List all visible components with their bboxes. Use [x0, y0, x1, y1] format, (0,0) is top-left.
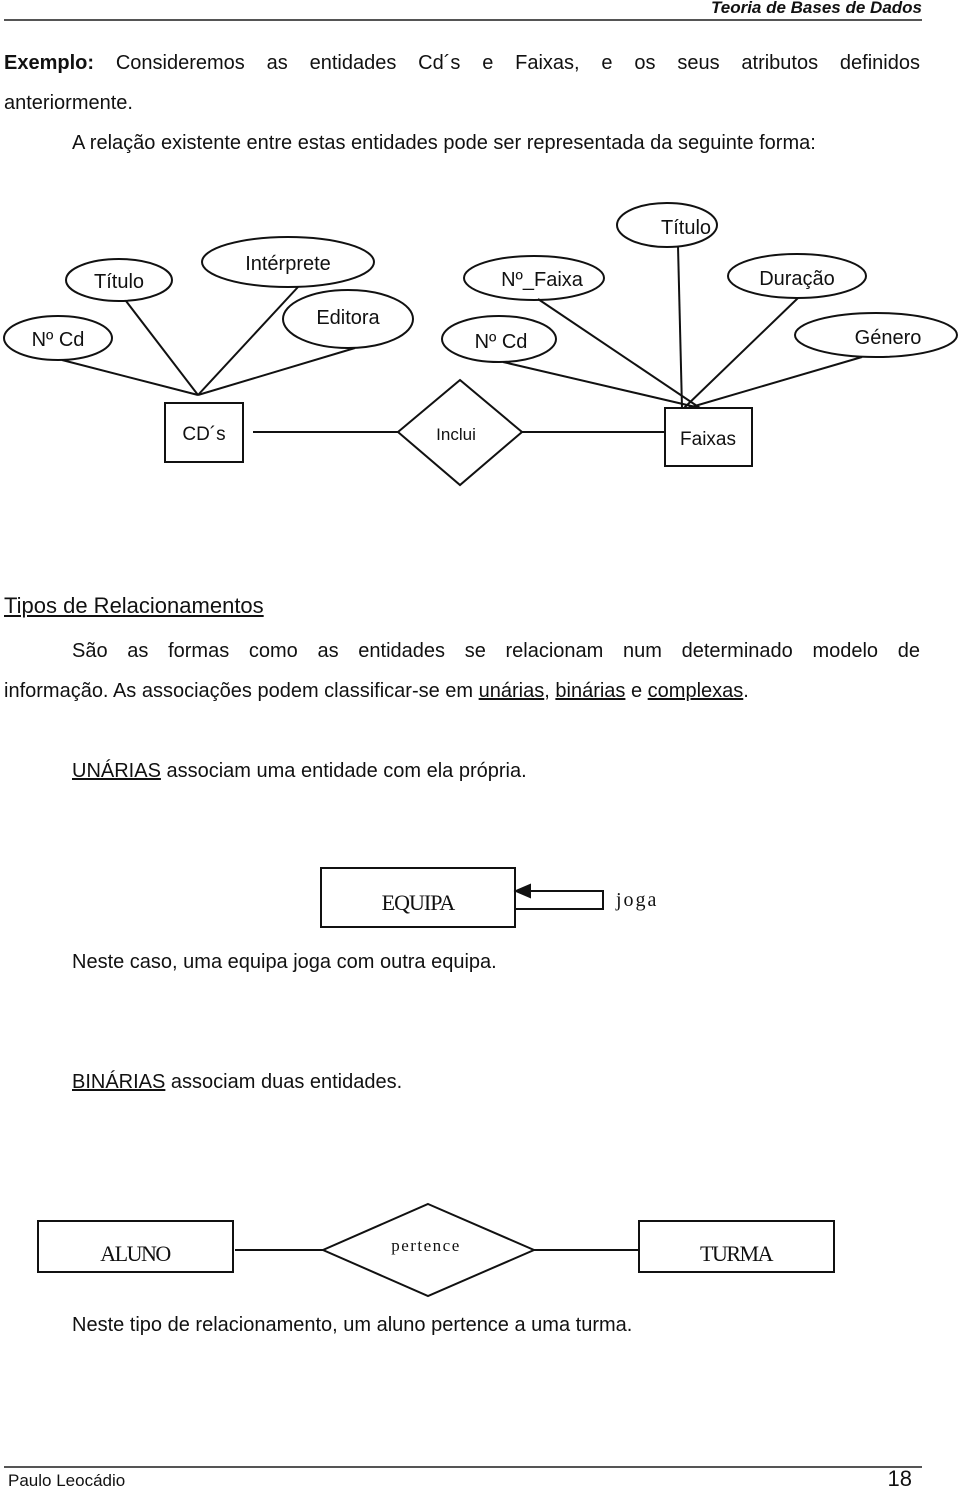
- entity-label-cds: CD´s: [182, 424, 225, 445]
- entity-label-equipa: EQUIPA: [382, 890, 456, 915]
- link-complexas: complexas: [647, 680, 744, 702]
- attr-faixas-nocd: Nº Cd: [475, 331, 528, 353]
- attr-faixas-titulo: Título: [661, 217, 711, 239]
- unary-definition: UNÁRIAS associam uma entidade com ela pr…: [72, 760, 527, 782]
- entity-label-faixas: Faixas: [680, 429, 736, 450]
- link-binarias: binárias: [555, 680, 626, 702]
- page-number: 18: [887, 1466, 912, 1491]
- attr-cds-interprete: Intérprete: [245, 253, 331, 275]
- attr-cds-nocd: Nº Cd: [32, 329, 85, 351]
- separator: ,: [544, 680, 556, 702]
- binary-definition: BINÁRIAS associam duas entidades.: [72, 1071, 402, 1093]
- binary-caption: Neste tipo de relacionamento, um aluno p…: [72, 1314, 633, 1336]
- relationship-label-pertence: pertence: [391, 1236, 461, 1255]
- unary-term: UNÁRIAS: [72, 760, 161, 782]
- entity-box-aluno: [37, 1220, 234, 1273]
- period: .: [743, 680, 749, 702]
- link-cds-editora: [197, 347, 356, 396]
- attr-faixas-nofaixa: Nº_Faixa: [501, 269, 584, 291]
- section-para-line-2: informação. As associações podem classif…: [4, 680, 749, 702]
- er-diagram: Nº Cd Título Intérprete Editora Nº_Faixa…: [3, 202, 958, 487]
- section-heading: Tipos de Relacionamentos: [4, 593, 264, 618]
- attr-faixas-duracao: Duração: [759, 268, 835, 290]
- footer-author: Paulo Leocádio: [8, 1471, 126, 1490]
- entity-box-equipa: [320, 867, 516, 928]
- attr-cds-titulo: Título: [94, 271, 144, 293]
- attr-cds-editora: Editora: [316, 307, 380, 329]
- unary-desc: associam uma entidade com ela própria.: [160, 760, 527, 782]
- attr-faixas-genero: Género: [855, 327, 922, 349]
- footer-rule: [4, 1466, 922, 1468]
- link-unarias: unárias: [478, 680, 545, 702]
- self-loop-joga: [516, 890, 604, 910]
- entity-label-aluno: ALUNO: [100, 1241, 170, 1266]
- unary-caption: Neste caso, uma equipa joga com outra eq…: [72, 951, 497, 973]
- binary-term: BINÁRIAS: [72, 1071, 166, 1093]
- section-para-line-1: São as formas como as entidades se relac…: [72, 640, 920, 662]
- link-cds-interprete: [197, 286, 299, 396]
- arrow-head-icon: [513, 883, 531, 899]
- relationship-diamond-pertence: [320, 1202, 537, 1298]
- relationship-label-joga: joga: [615, 889, 658, 911]
- link-cds-nocd: [61, 359, 199, 396]
- entity-label-turma: TURMA: [700, 1241, 774, 1266]
- link-cds-titulo: [125, 300, 199, 396]
- link-faixas-nofaixa: [537, 298, 701, 409]
- entity-box-turma: [638, 1220, 835, 1273]
- separator: e: [625, 680, 648, 702]
- relationship-label-inclui: Inclui: [436, 425, 476, 444]
- link-faixas-nocd: [502, 361, 701, 409]
- link-faixas-titulo: [677, 245, 683, 409]
- para-text: informação. As associações podem classif…: [4, 680, 479, 702]
- link-faixas-genero: [687, 356, 863, 409]
- binary-desc: associam duas entidades.: [165, 1071, 403, 1093]
